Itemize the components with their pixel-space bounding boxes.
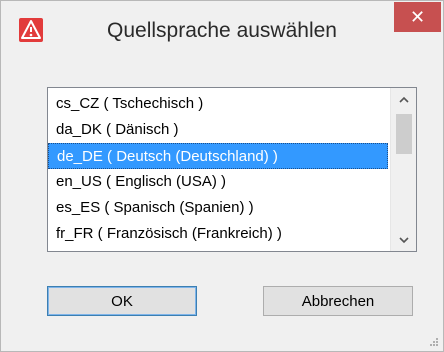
language-list-item[interactable]: da_DK ( Dänisch ): [48, 117, 388, 143]
close-icon: ✕: [409, 6, 426, 27]
vertical-scrollbar[interactable]: [390, 88, 416, 251]
ok-button[interactable]: OK: [47, 286, 197, 316]
cancel-button[interactable]: Abbrechen: [263, 286, 413, 316]
close-button[interactable]: ✕: [394, 2, 441, 32]
language-list: cs_CZ ( Tschechisch ) da_DK ( Dänisch ) de…: [48, 91, 388, 247]
language-listbox[interactable]: cs_CZ ( Tschechisch ) da_DK ( Dänisch ) de…: [47, 87, 417, 252]
language-list-item[interactable]: cs_CZ ( Tschechisch ): [48, 91, 388, 117]
resize-grip-icon[interactable]: [429, 337, 439, 347]
dialog-window: Quellsprache auswählen ✕ cs_CZ ( Tschech…: [0, 0, 444, 352]
chevron-up-icon: [399, 96, 409, 103]
scrollbar-thumb[interactable]: [396, 114, 412, 154]
language-list-item[interactable]: en_US ( Englisch (USA) ): [48, 169, 388, 195]
language-list-item[interactable]: de_DE ( Deutsch (Deutschland) ): [48, 143, 388, 169]
chevron-down-icon: [399, 236, 409, 243]
scroll-down-button[interactable]: [391, 229, 416, 251]
scroll-up-button[interactable]: [391, 88, 416, 110]
dialog-title: Quellsprache auswählen: [107, 19, 337, 42]
language-list-item[interactable]: fr_FR ( Französisch (Frankreich) ): [48, 221, 388, 247]
title-bar[interactable]: Quellsprache auswählen ✕: [1, 1, 443, 53]
language-list-item[interactable]: es_ES ( Spanisch (Spanien) ): [48, 195, 388, 221]
